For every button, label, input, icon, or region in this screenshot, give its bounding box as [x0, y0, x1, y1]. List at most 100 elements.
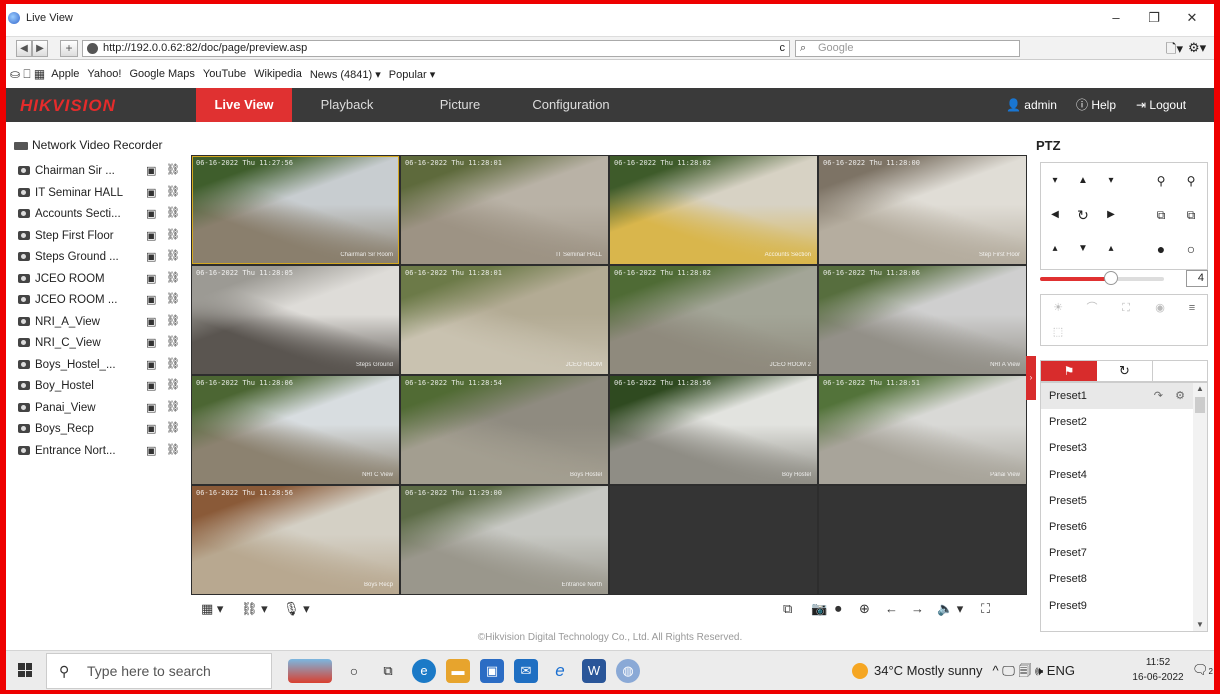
record-status-icon[interactable]: ▣: [146, 272, 156, 285]
record-status-icon[interactable]: ▣: [146, 293, 156, 306]
scroll-up-icon[interactable]: ▲: [1196, 384, 1204, 393]
preset-item[interactable]: Preset5: [1041, 488, 1193, 514]
notification-icon[interactable]: 🗨2: [1192, 662, 1213, 678]
tab-preset[interactable]: ⚑: [1041, 361, 1097, 381]
3d-positioning-icon[interactable]: ⬚: [1043, 321, 1073, 343]
preset-settings-icon[interactable]: ⚙: [1175, 383, 1185, 409]
help-link[interactable]: ⓘ Help: [1076, 88, 1116, 122]
camera-item[interactable]: Boys_Recp ▣ ⛓: [18, 420, 188, 440]
video-tile[interactable]: 06-16-2022 Thu 11:28:02 JCEO ROOM 2: [610, 266, 817, 374]
video-tile[interactable]: 06-16-2022 Thu 11:27:56 Chairman Sir Room: [192, 156, 399, 264]
record-status-icon[interactable]: ▣: [146, 229, 156, 242]
all-views-icon[interactable]: ⧉: [783, 601, 792, 617]
video-tile[interactable]: 06-16-2022 Thu 11:28:51 Panai View: [819, 376, 1026, 484]
close-button[interactable]: ✕: [1180, 10, 1204, 28]
stream-type-button[interactable]: ⛓ ▾: [241, 601, 268, 617]
goto-preset-icon[interactable]: ↷: [1154, 383, 1163, 409]
video-tile[interactable]: 06-16-2022 Thu 11:28:05 Steps Ground: [192, 266, 399, 374]
tools-menu-button[interactable]: ⚙▾: [1188, 40, 1206, 56]
ptz-status-icon[interactable]: ⛓: [166, 400, 180, 413]
clock[interactable]: 11:52 16-06-2022: [1128, 655, 1188, 685]
previous-page-icon[interactable]: ←: [885, 601, 898, 616]
camera-item[interactable]: JCEO ROOM ... ▣ ⛓: [18, 291, 188, 311]
bookmark-news[interactable]: News (4841) ▾: [310, 68, 381, 81]
preset-item[interactable]: Preset4: [1041, 462, 1193, 488]
camera-item[interactable]: NRI_A_View ▣ ⛓: [18, 313, 188, 333]
logout-link[interactable]: ⇥ Logout: [1136, 88, 1186, 122]
audio-button[interactable]: 🎙 ▾: [283, 601, 310, 617]
search-box[interactable]: ⌕ Google: [795, 40, 1020, 57]
ptz-left-icon[interactable]: ◀: [1045, 205, 1065, 225]
camera-item[interactable]: Steps Ground ... ▣ ⛓: [18, 248, 188, 268]
ptz-up-right-icon[interactable]: ▾: [1101, 171, 1121, 191]
ptz-status-icon[interactable]: ⛓: [166, 163, 180, 176]
video-tile[interactable]: 06-16-2022 Thu 11:29:00 Entrance North: [401, 486, 608, 594]
camera-item[interactable]: Panai_View ▣ ⛓: [18, 399, 188, 419]
ptz-up-left-icon[interactable]: ▾: [1045, 171, 1065, 191]
capture-icon[interactable]: 📷: [811, 601, 827, 617]
word-icon[interactable]: W: [582, 659, 606, 683]
preset-item[interactable]: Preset3: [1041, 435, 1193, 461]
tab-picture[interactable]: Picture: [420, 88, 500, 122]
scroll-thumb[interactable]: [1195, 397, 1205, 413]
record-status-icon[interactable]: ▣: [146, 358, 156, 371]
record-status-icon[interactable]: ▣: [146, 422, 156, 435]
video-tile[interactable]: 06-16-2022 Thu 11:28:01 JCEO ROOM: [401, 266, 608, 374]
record-status-icon[interactable]: ▣: [146, 164, 156, 177]
bookmark-google-maps[interactable]: Google Maps: [129, 68, 194, 80]
ptz-speed-value[interactable]: 4: [1186, 270, 1208, 287]
ptz-status-icon[interactable]: ⛓: [166, 185, 180, 198]
ptz-down-icon[interactable]: ▼: [1073, 239, 1093, 259]
preset-item[interactable]: Preset9: [1041, 593, 1193, 619]
video-tile[interactable]: 06-16-2022 Thu 11:28:02 Accounts Section: [610, 156, 817, 264]
video-tile[interactable]: 06-16-2022 Thu 11:28:56 Boys Recp: [192, 486, 399, 594]
record-status-icon[interactable]: ▣: [146, 379, 156, 392]
bookmark-wikipedia[interactable]: Wikipedia: [254, 68, 302, 80]
camera-item[interactable]: Chairman Sir ... ▣ ⛓: [18, 162, 188, 182]
video-tile[interactable]: 06-16-2022 Thu 11:28:54 Boys Hostel: [401, 376, 608, 484]
ptz-right-icon[interactable]: ▶: [1101, 205, 1121, 225]
camera-item[interactable]: Step First Floor ▣ ⛓: [18, 227, 188, 247]
user-menu[interactable]: 👤 admin: [1006, 88, 1057, 122]
preset-item[interactable]: Preset6: [1041, 514, 1193, 540]
ptz-status-icon[interactable]: ⛓: [166, 314, 180, 327]
page-menu-button[interactable]: 🗋▾: [1166, 40, 1183, 62]
record-status-icon[interactable]: ▣: [146, 250, 156, 263]
new-tab-button[interactable]: +: [60, 40, 78, 57]
preset-item[interactable]: Preset7: [1041, 540, 1193, 566]
start-button[interactable]: [18, 663, 32, 677]
record-status-icon[interactable]: ▣: [146, 315, 156, 328]
ptz-down-left-icon[interactable]: ▴: [1045, 239, 1065, 259]
address-bar[interactable]: http://192.0.0.62:82/doc/page/preview.as…: [82, 40, 790, 57]
ptz-status-icon[interactable]: ⛓: [166, 228, 180, 241]
zoom-out-icon[interactable]: ⚲: [1151, 171, 1171, 191]
record-icon[interactable]: ⏺: [835, 601, 842, 617]
camera-item[interactable]: Entrance Nort... ▣ ⛓: [18, 442, 188, 462]
forward-button[interactable]: ▶: [32, 40, 48, 57]
bookmark-youtube[interactable]: YouTube: [203, 68, 246, 80]
news-widget-icon[interactable]: [288, 659, 332, 683]
next-page-icon[interactable]: →: [911, 601, 924, 616]
camera-item[interactable]: JCEO ROOM ▣ ⛓: [18, 270, 188, 290]
menu-icon[interactable]: ≡: [1177, 297, 1207, 319]
zoom-in-icon[interactable]: ⚲: [1181, 171, 1201, 191]
iris-close-icon[interactable]: ●: [1151, 239, 1171, 259]
wiper-icon[interactable]: ⌒: [1077, 297, 1107, 319]
video-tile[interactable]: 06-16-2022 Thu 11:28:06 NRI A View: [819, 266, 1026, 374]
camera-item[interactable]: IT Seminar HALL ▣ ⛓: [18, 184, 188, 204]
ptz-up-icon[interactable]: ▲: [1073, 171, 1093, 191]
ptz-status-icon[interactable]: ⛓: [166, 421, 180, 434]
window-layout-button[interactable]: ▦ ▾: [201, 601, 223, 617]
video-tile[interactable]: 06-16-2022 Thu 11:28:56 Boy Hostel: [610, 376, 817, 484]
ptz-speed-slider[interactable]: [1040, 271, 1164, 285]
bookmark-apple[interactable]: Apple: [51, 68, 79, 80]
scroll-down-icon[interactable]: ▼: [1196, 620, 1204, 629]
digital-zoom-icon[interactable]: ⊕: [859, 601, 870, 617]
ptz-down-right-icon[interactable]: ▴: [1101, 239, 1121, 259]
slider-knob[interactable]: [1103, 271, 1118, 285]
ptz-status-icon[interactable]: ⛓: [166, 443, 180, 456]
edge-icon[interactable]: e: [412, 659, 436, 683]
camera-item[interactable]: Accounts Secti... ▣ ⛓: [18, 205, 188, 225]
reload-button[interactable]: c: [780, 41, 786, 56]
ptz-status-icon[interactable]: ⛓: [166, 357, 180, 370]
